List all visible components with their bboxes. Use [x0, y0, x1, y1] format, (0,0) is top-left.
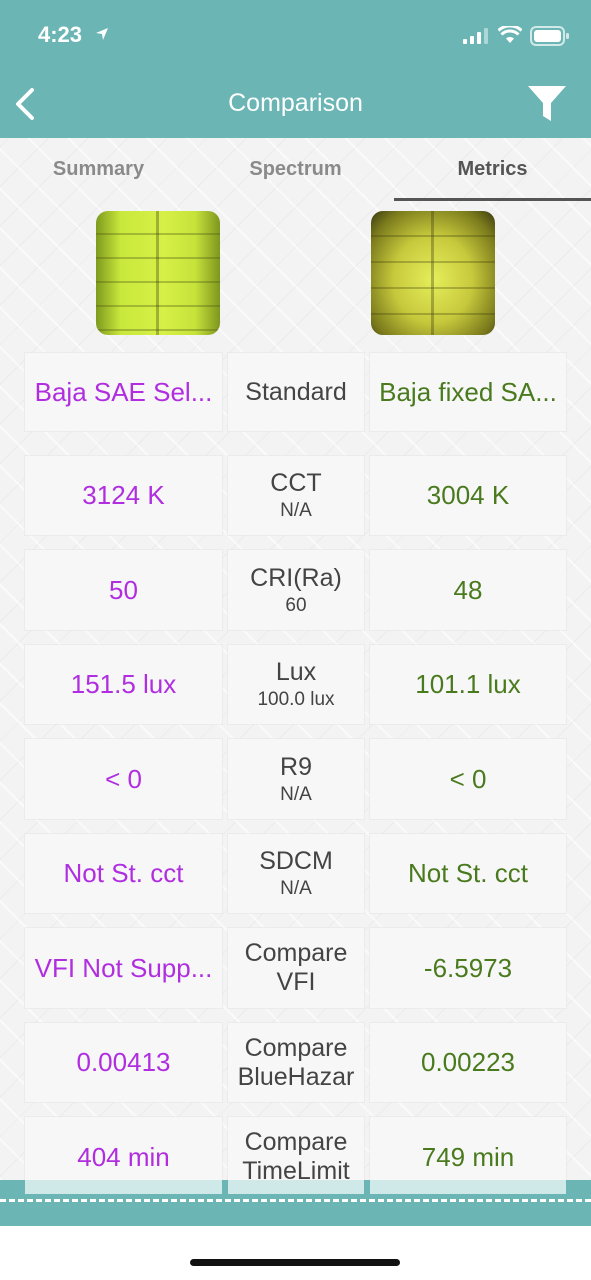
metric-name: CRI(Ra) [250, 563, 342, 592]
standard-label: Standard [245, 377, 347, 406]
value-right: 101.1 lux [415, 669, 521, 699]
value-left: VFI Not Supp... [34, 952, 213, 983]
row-overflow-left [25, 1180, 222, 1194]
table-row-metric: CCT N/A [228, 456, 364, 535]
table-row-metric: Lux 100.0 lux [228, 645, 364, 724]
table-row-metric: Compare BlueHazar [228, 1023, 364, 1102]
metric-name: Compare VFI [244, 939, 348, 996]
table-row-left: 3124 K [25, 456, 222, 535]
tab-spectrum[interactable]: Spectrum [197, 158, 394, 181]
metric-name: SDCM [259, 847, 333, 875]
table-row-right: -6.5973 [370, 928, 566, 1008]
value-left: 3124 K [82, 480, 165, 510]
metric-name: Compare TimeLimit [242, 1128, 350, 1185]
header-left-cell: Baja SAE Sel... [25, 353, 222, 431]
filter-icon[interactable] [526, 83, 568, 125]
dashed-divider [0, 1199, 591, 1202]
value-left: 151.5 lux [70, 669, 177, 699]
status-time: 4:23 [38, 22, 83, 47]
value-right: Not St. cct [408, 858, 528, 888]
header-middle-cell: Standard [228, 353, 364, 431]
table-row-left: 151.5 lux [25, 645, 222, 724]
table-row-metric: SDCM N/A [228, 834, 364, 913]
value-left: 50 [109, 574, 138, 605]
metric-name: R9 [280, 752, 312, 781]
row-overflow-right [370, 1180, 566, 1194]
home-area [0, 1226, 591, 1280]
metric-standard: N/A [280, 878, 312, 899]
tab-bar: Summary Spectrum Metrics [0, 138, 591, 202]
metric-standard: N/A [280, 783, 312, 805]
table-row-metric: CRI(Ra) 60 [228, 550, 364, 630]
light-name-left: Baja SAE Sel... [34, 376, 213, 407]
table-row-left: Not St. cct [25, 834, 222, 913]
metric-name: CCT [270, 469, 322, 497]
wifi-icon [498, 26, 522, 43]
value-right: 48 [453, 574, 483, 605]
tab-metrics[interactable]: Metrics [394, 158, 591, 181]
table-row-right: < 0 [370, 739, 566, 819]
metric-name: Lux [275, 658, 317, 686]
row-overflow-middle [228, 1180, 364, 1194]
active-tab-indicator [394, 198, 591, 201]
table-row-right: 101.1 lux [370, 645, 566, 724]
battery-icon [530, 26, 569, 46]
table-row-metric: Compare VFI [228, 928, 364, 1008]
table-row-right: Not St. cct [370, 834, 566, 913]
value-right: -6.5973 [423, 952, 513, 983]
status-bar: 4:23 [0, 0, 591, 70]
cellular-signal-icon [463, 28, 488, 44]
tab-summary[interactable]: Summary [0, 158, 197, 181]
light-photo-right [371, 211, 495, 335]
table-row-right: 0.00223 [370, 1023, 566, 1102]
value-left: < 0 [105, 763, 142, 794]
metric-standard: 100.0 lux [257, 689, 335, 710]
light-photo-left [96, 211, 220, 335]
table-row-left: < 0 [25, 739, 222, 819]
value-right: 3004 K [426, 480, 510, 510]
home-indicator[interactable] [190, 1259, 400, 1266]
metric-standard: 60 [285, 594, 307, 616]
table-row-right: 48 [370, 550, 566, 630]
table-row-left: 0.00413 [25, 1023, 222, 1102]
location-arrow-icon [96, 28, 108, 40]
value-left: 404 min [77, 1141, 170, 1172]
table-row-left: VFI Not Supp... [25, 928, 222, 1008]
value-left: 0.00413 [76, 1047, 171, 1077]
value-left: Not St. cct [63, 858, 184, 888]
header-bar: 4:23 Comparison [0, 0, 591, 138]
metrics-content: Summary Spectrum Metrics Baja SAE Sel...… [0, 138, 591, 1197]
value-right: 0.00223 [421, 1047, 515, 1077]
metric-standard: N/A [280, 500, 312, 521]
value-right: < 0 [449, 763, 487, 794]
table-row-right: 3004 K [370, 456, 566, 535]
header-right-cell: Baja fixed SA... [370, 353, 566, 431]
table-row-left: 50 [25, 550, 222, 630]
page-title: Comparison [228, 89, 363, 117]
table-row-metric: R9 N/A [228, 739, 364, 819]
light-name-right: Baja fixed SA... [379, 376, 557, 407]
value-right: 749 min [421, 1141, 515, 1172]
metric-name: Compare BlueHazar [237, 1033, 355, 1091]
